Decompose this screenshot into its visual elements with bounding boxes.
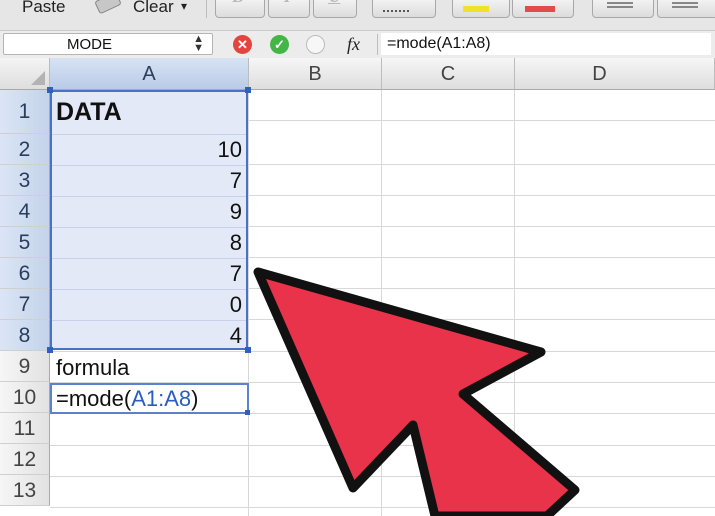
pointer-arrow-icon [253,267,580,516]
arrow-shape [253,267,580,516]
